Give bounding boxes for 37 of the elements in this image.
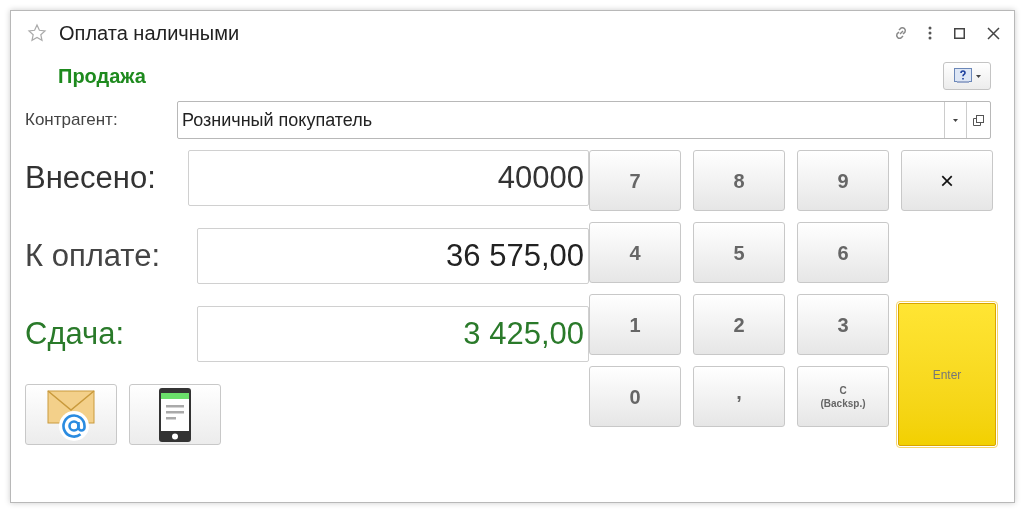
more-icon[interactable] (928, 26, 932, 40)
number-key[interactable]: 1 (589, 294, 681, 355)
number-key[interactable]: 9 (797, 150, 889, 211)
number-key[interactable]: 2 (693, 294, 785, 355)
backspace-key[interactable]: C (Backsp.) (797, 366, 889, 427)
number-key[interactable]: 4 (589, 222, 681, 283)
amount-label: К оплате: (25, 236, 162, 275)
number-key[interactable]: 8 (693, 150, 785, 211)
phone-button[interactable] (129, 384, 221, 445)
email-button[interactable] (25, 384, 117, 445)
close-icon[interactable] (987, 26, 1000, 40)
field-label: Контрагент: (25, 109, 119, 132)
number-key[interactable]: 0 (589, 366, 681, 427)
number-key[interactable]: 6 (797, 222, 889, 283)
amount-field[interactable]: 40000 (188, 150, 589, 206)
maximize-icon[interactable] (954, 27, 965, 39)
amount-label: Внесено: (25, 158, 157, 197)
help-icon (953, 68, 972, 84)
amount-field[interactable]: 36 575,00 (197, 228, 589, 284)
dropdown-icon[interactable] (953, 118, 958, 122)
help-button[interactable] (943, 62, 991, 90)
operation-heading: Продажа (58, 64, 146, 89)
open-icon[interactable] (973, 114, 984, 126)
amount-label: Сдача: (25, 314, 126, 353)
window-title: Оплата наличными (59, 21, 240, 46)
number-key[interactable]: , (693, 366, 785, 427)
star-icon[interactable] (27, 23, 47, 43)
phone-icon (158, 386, 192, 443)
amount-field[interactable]: 3 425,00 (197, 306, 589, 362)
enter-key[interactable]: Enter (898, 303, 996, 446)
counterparty-field[interactable]: Розничный покупатель (177, 101, 991, 139)
clear-key[interactable]: × (901, 150, 993, 211)
number-key[interactable]: 5 (693, 222, 785, 283)
caret-icon (975, 74, 981, 78)
number-key[interactable]: 7 (589, 150, 681, 211)
number-key[interactable]: 3 (797, 294, 889, 355)
email-icon (44, 387, 98, 442)
